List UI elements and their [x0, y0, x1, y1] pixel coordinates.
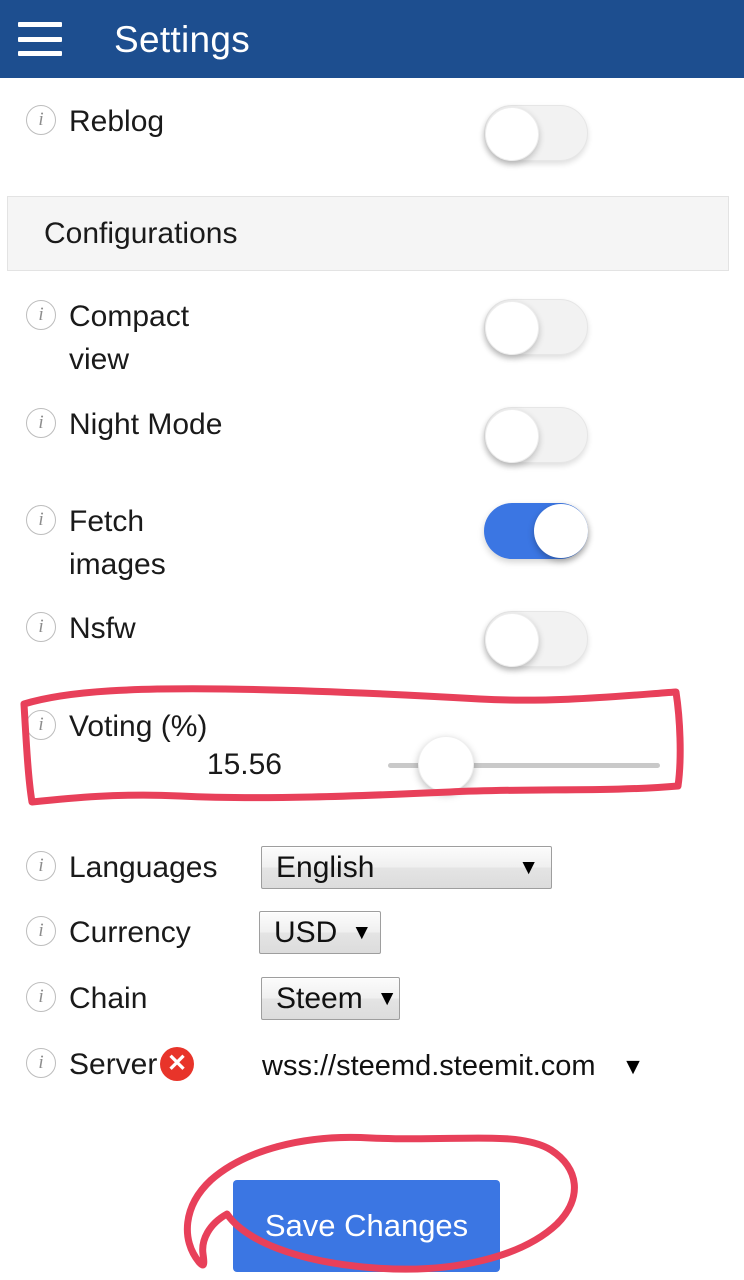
toggle-knob [485, 613, 539, 667]
setting-row-fetch-images: i Fetch images [0, 500, 744, 586]
toggle-knob [485, 301, 539, 355]
app-header: Settings [0, 0, 744, 78]
fetch-images-label-group: i Fetch images [0, 500, 166, 586]
currency-selected-value: USD [274, 915, 338, 949]
info-icon[interactable]: i [26, 982, 56, 1012]
info-icon[interactable]: i [26, 916, 56, 946]
fetch-images-label: Fetch images [69, 505, 166, 581]
info-icon[interactable]: i [26, 612, 56, 642]
nsfw-label: Nsfw [69, 612, 136, 645]
chevron-down-icon: ▼ [376, 987, 398, 1010]
server-selected-value: wss://steemd.steemit.com [262, 1050, 596, 1082]
toggle-knob [485, 107, 539, 161]
night-mode-label: Night Mode [69, 408, 223, 441]
chain-selected-value: Steem [276, 981, 363, 1015]
languages-selected-value: English [276, 850, 375, 884]
hamburger-bar [18, 36, 62, 42]
setting-row-nsfw: i Nsfw [0, 607, 744, 650]
chevron-down-icon: ▼ [518, 856, 539, 879]
voting-slider[interactable] [388, 736, 660, 796]
info-icon[interactable]: i [26, 851, 56, 881]
languages-label: Languages [69, 851, 218, 884]
toggle-knob [534, 504, 588, 558]
info-icon[interactable]: i [26, 408, 56, 438]
slider-knob[interactable] [418, 736, 474, 792]
currency-label: Currency [69, 916, 191, 949]
configurations-section-header: Configurations [7, 196, 729, 271]
info-icon[interactable]: i [26, 505, 56, 535]
hamburger-bar [18, 51, 62, 56]
reblog-label: Reblog [69, 105, 165, 138]
server-label-group: i Server [0, 1043, 157, 1086]
hamburger-menu-icon[interactable] [18, 22, 62, 56]
voting-label: Voting (%) [69, 710, 208, 743]
nsfw-toggle[interactable] [484, 611, 588, 667]
chevron-down-icon: ▼ [351, 921, 373, 944]
page-title: Settings [114, 18, 251, 60]
info-icon[interactable]: i [26, 105, 56, 135]
info-icon[interactable]: i [26, 300, 56, 330]
setting-row-reblog: i Reblog [0, 100, 744, 143]
currency-select[interactable]: USD ▼ [259, 911, 381, 954]
languages-select[interactable]: English ▼ [261, 846, 552, 889]
save-changes-button[interactable]: Save Changes [233, 1180, 500, 1272]
compact-view-label-group: i Compact view [0, 295, 189, 381]
info-icon[interactable]: i [26, 1048, 56, 1078]
reblog-toggle[interactable] [484, 105, 588, 161]
chain-select[interactable]: Steem ▼ [261, 977, 400, 1020]
setting-row-night-mode: i Night Mode [0, 403, 744, 446]
languages-label-group: i Languages [0, 846, 217, 889]
error-x-icon[interactable]: ✕ [160, 1047, 194, 1081]
settings-screen: Settings i Reblog Configurations i Compa… [0, 0, 744, 1280]
chevron-down-icon: ▼ [621, 1053, 645, 1079]
setting-row-compact-view: i Compact view [0, 295, 744, 381]
toggle-knob [485, 409, 539, 463]
section-title: Configurations [44, 216, 238, 250]
voting-value: 15.56 [206, 748, 282, 781]
reblog-label-group: i Reblog [0, 100, 164, 143]
nsfw-label-group: i Nsfw [0, 607, 136, 650]
compact-view-label: Compact view [69, 300, 190, 376]
compact-view-toggle[interactable] [484, 299, 588, 355]
info-icon[interactable]: i [26, 710, 56, 740]
fetch-images-toggle[interactable] [484, 503, 588, 559]
voting-label-group: i Voting (%) [0, 705, 207, 748]
server-select[interactable]: wss://steemd.steemit.com ▼ [262, 1052, 644, 1081]
night-mode-toggle[interactable] [484, 407, 588, 463]
chain-label: Chain [69, 982, 148, 1015]
hamburger-bar [18, 22, 62, 27]
server-label: Server [69, 1048, 158, 1081]
night-mode-label-group: i Night Mode [0, 403, 222, 446]
currency-label-group: i Currency [0, 911, 191, 954]
chain-label-group: i Chain [0, 977, 147, 1020]
